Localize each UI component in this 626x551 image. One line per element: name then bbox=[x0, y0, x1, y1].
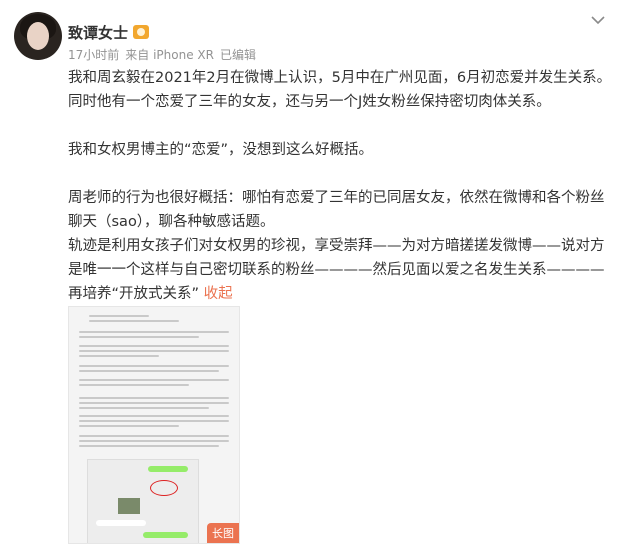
post-paragraph-4-text: 轨迹是利用女孩子们对女权男的珍视，享受崇拜——为对方暗搓搓发微博——说对方是唯一… bbox=[68, 238, 605, 302]
long-image-badge: 长图 bbox=[207, 523, 239, 543]
red-circle-annotation bbox=[150, 480, 178, 496]
post-paragraph-1: 我和周玄毅在2021年2月在微博上认识，5月中在广州见面，6月初恋爱并发生关系。… bbox=[68, 70, 612, 110]
vip-badge-icon[interactable] bbox=[133, 25, 150, 39]
post-time[interactable]: 17小时前 bbox=[68, 46, 119, 63]
post-paragraph-4: 轨迹是利用女孩子们对女权男的珍视，享受崇拜——为对方暗搓搓发微博——说对方是唯一… bbox=[68, 234, 618, 306]
avatar[interactable] bbox=[14, 12, 62, 60]
collapse-link[interactable]: 收起 bbox=[204, 286, 233, 302]
post-paragraph-2: 我和女权男博主的“恋爱”，没想到这么好概括。 bbox=[68, 142, 374, 158]
post-image-thumbnail[interactable]: 长图 bbox=[68, 306, 240, 544]
post-content: 我和周玄毅在2021年2月在微博上认识，5月中在广州见面，6月初恋爱并发生关系。… bbox=[68, 66, 618, 306]
post-paragraph-3: 周老师的行为也很好概括：哪怕有恋爱了三年的已同居女友，依然在微博和各个粉丝聊天（… bbox=[68, 190, 605, 230]
post-edited[interactable]: 已编辑 bbox=[220, 46, 256, 63]
avatar-face bbox=[27, 22, 49, 50]
chevron-down-icon[interactable] bbox=[588, 10, 608, 30]
author-row: 致谭女士 bbox=[68, 22, 150, 43]
chat-screenshot bbox=[87, 459, 199, 543]
post-source: 来自 iPhone XR bbox=[125, 48, 214, 62]
chat-photo bbox=[118, 498, 140, 514]
post-meta: 17小时前 来自 iPhone XR 已编辑 bbox=[68, 46, 256, 63]
author-name[interactable]: 致谭女士 bbox=[68, 22, 128, 43]
